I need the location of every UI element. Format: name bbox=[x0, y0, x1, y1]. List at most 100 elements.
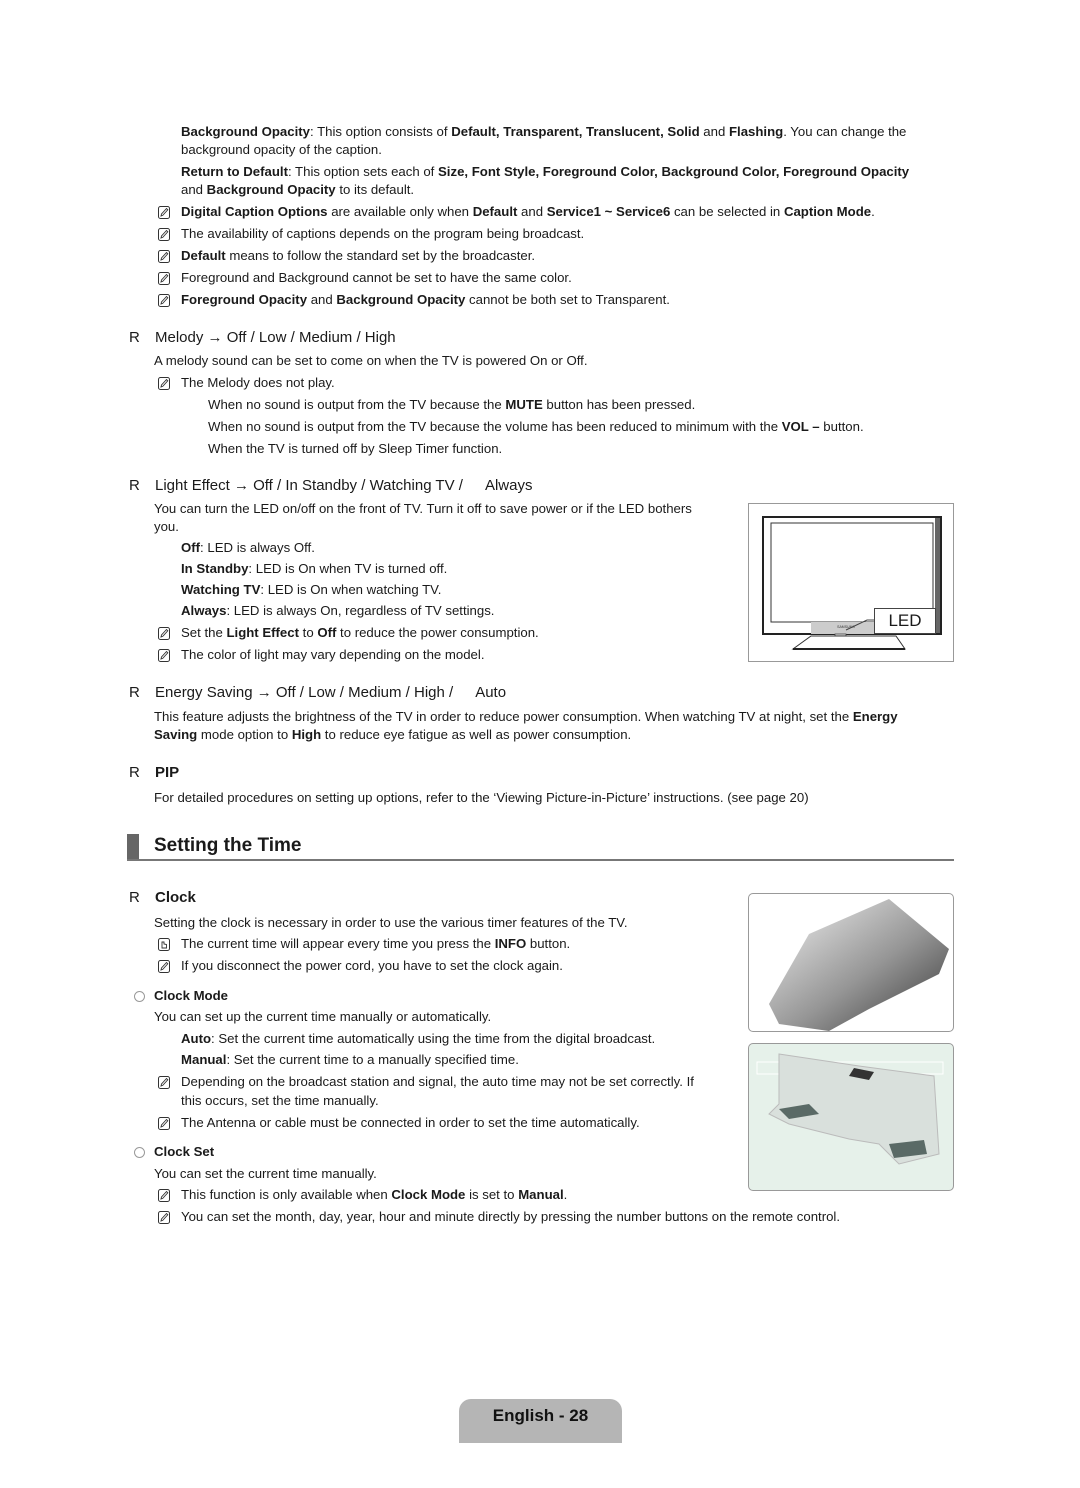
term: Default bbox=[472, 204, 518, 219]
clock-menu-screenshot bbox=[748, 893, 954, 1032]
text: : This option consists of bbox=[309, 124, 452, 139]
pencil-note-icon bbox=[158, 1076, 170, 1089]
clock-desc: Setting the clock is necessary in order … bbox=[154, 915, 628, 930]
clock-mode-manual: Manual: Set the current time to a manual… bbox=[181, 1051, 519, 1069]
pencil-note-icon bbox=[158, 627, 170, 640]
page-number-label: English - 28 bbox=[492, 1406, 589, 1425]
text: means to follow the standard set by the … bbox=[225, 248, 536, 263]
pencil-note-icon bbox=[158, 377, 170, 390]
return-default-line1: Return to Default: This option sets each… bbox=[181, 163, 909, 181]
term: Return to Default bbox=[181, 164, 288, 179]
clock-menu-gradient bbox=[769, 899, 949, 1031]
term: Default, Transparent, Translucent, Solid bbox=[451, 124, 700, 139]
text: This function is only available when bbox=[181, 1187, 392, 1202]
melody-heading: R Melody → Off / Low / Medium / High bbox=[129, 328, 396, 348]
term: Manual bbox=[181, 1052, 227, 1067]
note-availability: The availability of captions depends on … bbox=[181, 226, 585, 241]
melody-note: The Melody does not play. bbox=[181, 375, 335, 390]
pencil-note-icon bbox=[158, 206, 170, 219]
text: and bbox=[699, 124, 729, 139]
term: Auto bbox=[181, 1031, 212, 1046]
clock-set-drawing bbox=[756, 1053, 944, 1165]
clock-set-note2: You can set the month, day, year, hour a… bbox=[181, 1209, 841, 1224]
clock-set-desc: You can set the current time manually. bbox=[154, 1166, 377, 1181]
text: : This option sets each of bbox=[287, 164, 439, 179]
light-note2: The color of light may vary depending on… bbox=[181, 647, 485, 662]
circle-bullet-icon bbox=[134, 1147, 145, 1158]
pencil-note-icon bbox=[158, 1189, 170, 1202]
background-opacity-line1: Background Opacity: This option consists… bbox=[181, 123, 906, 141]
term: Always bbox=[181, 603, 227, 618]
remote-button-icon bbox=[158, 938, 170, 951]
light-option-watching: Watching TV: LED is On when watching TV. bbox=[181, 581, 441, 599]
heading-text: Light Effect → Off / In Standby / Watchi… bbox=[155, 477, 463, 494]
term: Flashing bbox=[728, 124, 784, 139]
term: Light Effect bbox=[226, 625, 299, 640]
term: Default bbox=[181, 248, 226, 263]
text: This feature adjusts the brightness of t… bbox=[154, 709, 853, 724]
text: mode option to bbox=[197, 727, 292, 742]
light-option-always: Always: LED is always On, regardless of … bbox=[181, 602, 494, 620]
section-title: Setting the Time bbox=[154, 835, 302, 856]
tv-led-drawing: SAMSUNG bbox=[762, 516, 942, 650]
term: Background Opacity bbox=[181, 124, 310, 139]
term: Foreground Opacity bbox=[181, 292, 308, 307]
clock-note-info: The current time will appear every time … bbox=[181, 935, 570, 953]
text: . You can change the bbox=[783, 124, 907, 139]
light-effect-heading: R Light Effect → Off / In Standby / Watch… bbox=[129, 476, 532, 496]
heading-tail: Always bbox=[484, 477, 533, 494]
background-opacity-line2: background opacity of the caption. bbox=[181, 142, 382, 157]
energy-desc2: Saving mode option to High to reduce eye… bbox=[154, 726, 631, 744]
clock-mode-note2: The Antenna or cable must be connected i… bbox=[181, 1115, 640, 1130]
pip-desc: For detailed procedures on setting up op… bbox=[154, 790, 809, 805]
r-bullet: R bbox=[129, 329, 140, 346]
pencil-note-icon bbox=[158, 960, 170, 973]
term: MUTE bbox=[505, 397, 543, 412]
clock-mode-note1-line2: this occurs, set the time manually. bbox=[181, 1093, 379, 1108]
light-effect-desc1: You can turn the LED on/off on the front… bbox=[154, 501, 692, 516]
text: to reduce eye fatigue as well as power c… bbox=[321, 727, 632, 742]
text: . bbox=[563, 1187, 568, 1202]
r-bullet: R bbox=[129, 684, 140, 701]
text: and bbox=[181, 182, 207, 197]
text: Set the bbox=[181, 625, 227, 640]
text: : LED is On when watching TV. bbox=[260, 582, 442, 597]
pencil-note-icon bbox=[158, 228, 170, 241]
term: Caption Mode bbox=[783, 204, 872, 219]
term: Off bbox=[317, 625, 337, 640]
text: . bbox=[871, 204, 875, 219]
light-note1: Set the Light Effect to Off to reduce th… bbox=[181, 624, 539, 642]
return-default-line2: and Background Opacity to its default. bbox=[181, 181, 414, 199]
term: Off bbox=[181, 540, 201, 555]
clock-heading: R Clock bbox=[129, 888, 196, 908]
note-digital-caption: Digital Caption Options are available on… bbox=[181, 203, 875, 221]
text: to reduce the power consumption. bbox=[336, 625, 539, 640]
term: Watching TV bbox=[181, 582, 261, 597]
term: VOL – bbox=[781, 419, 820, 434]
pencil-note-icon bbox=[158, 649, 170, 662]
text: is set to bbox=[465, 1187, 519, 1202]
r-bullet: R bbox=[129, 764, 140, 781]
energy-saving-heading: R Energy Saving → Off / Low / Medium / Hi… bbox=[129, 683, 506, 703]
term: Background Opacity bbox=[206, 182, 336, 197]
light-option-standby: In Standby: LED is On when TV is turned … bbox=[181, 560, 447, 578]
text: : LED is always On, regardless of TV set… bbox=[226, 603, 495, 618]
r-bullet: R bbox=[129, 477, 140, 494]
light-option-off: Off: LED is always Off. bbox=[181, 539, 315, 557]
melody-sub3: When the TV is turned off by Sleep Timer… bbox=[208, 441, 503, 456]
section-title-bar bbox=[127, 834, 139, 860]
section-divider bbox=[127, 859, 954, 861]
note-default: Default means to follow the standard set… bbox=[181, 247, 535, 265]
term: Clock Mode bbox=[391, 1187, 466, 1202]
text: : LED is On when TV is turned off. bbox=[248, 561, 448, 576]
melody-sub1: When no sound is output from the TV beca… bbox=[208, 396, 695, 414]
text: : LED is always Off. bbox=[200, 540, 315, 555]
text: and bbox=[517, 204, 547, 219]
page-footer-tab: English - 28 bbox=[459, 1399, 622, 1443]
clock-set-note1: This function is only available when Clo… bbox=[181, 1186, 567, 1204]
clock-set-heading: Clock Set bbox=[154, 1144, 215, 1159]
text: button. bbox=[526, 936, 571, 951]
term: Service1 ~ Service6 bbox=[546, 204, 671, 219]
text: button. bbox=[819, 419, 864, 434]
text: button has been pressed. bbox=[542, 397, 696, 412]
